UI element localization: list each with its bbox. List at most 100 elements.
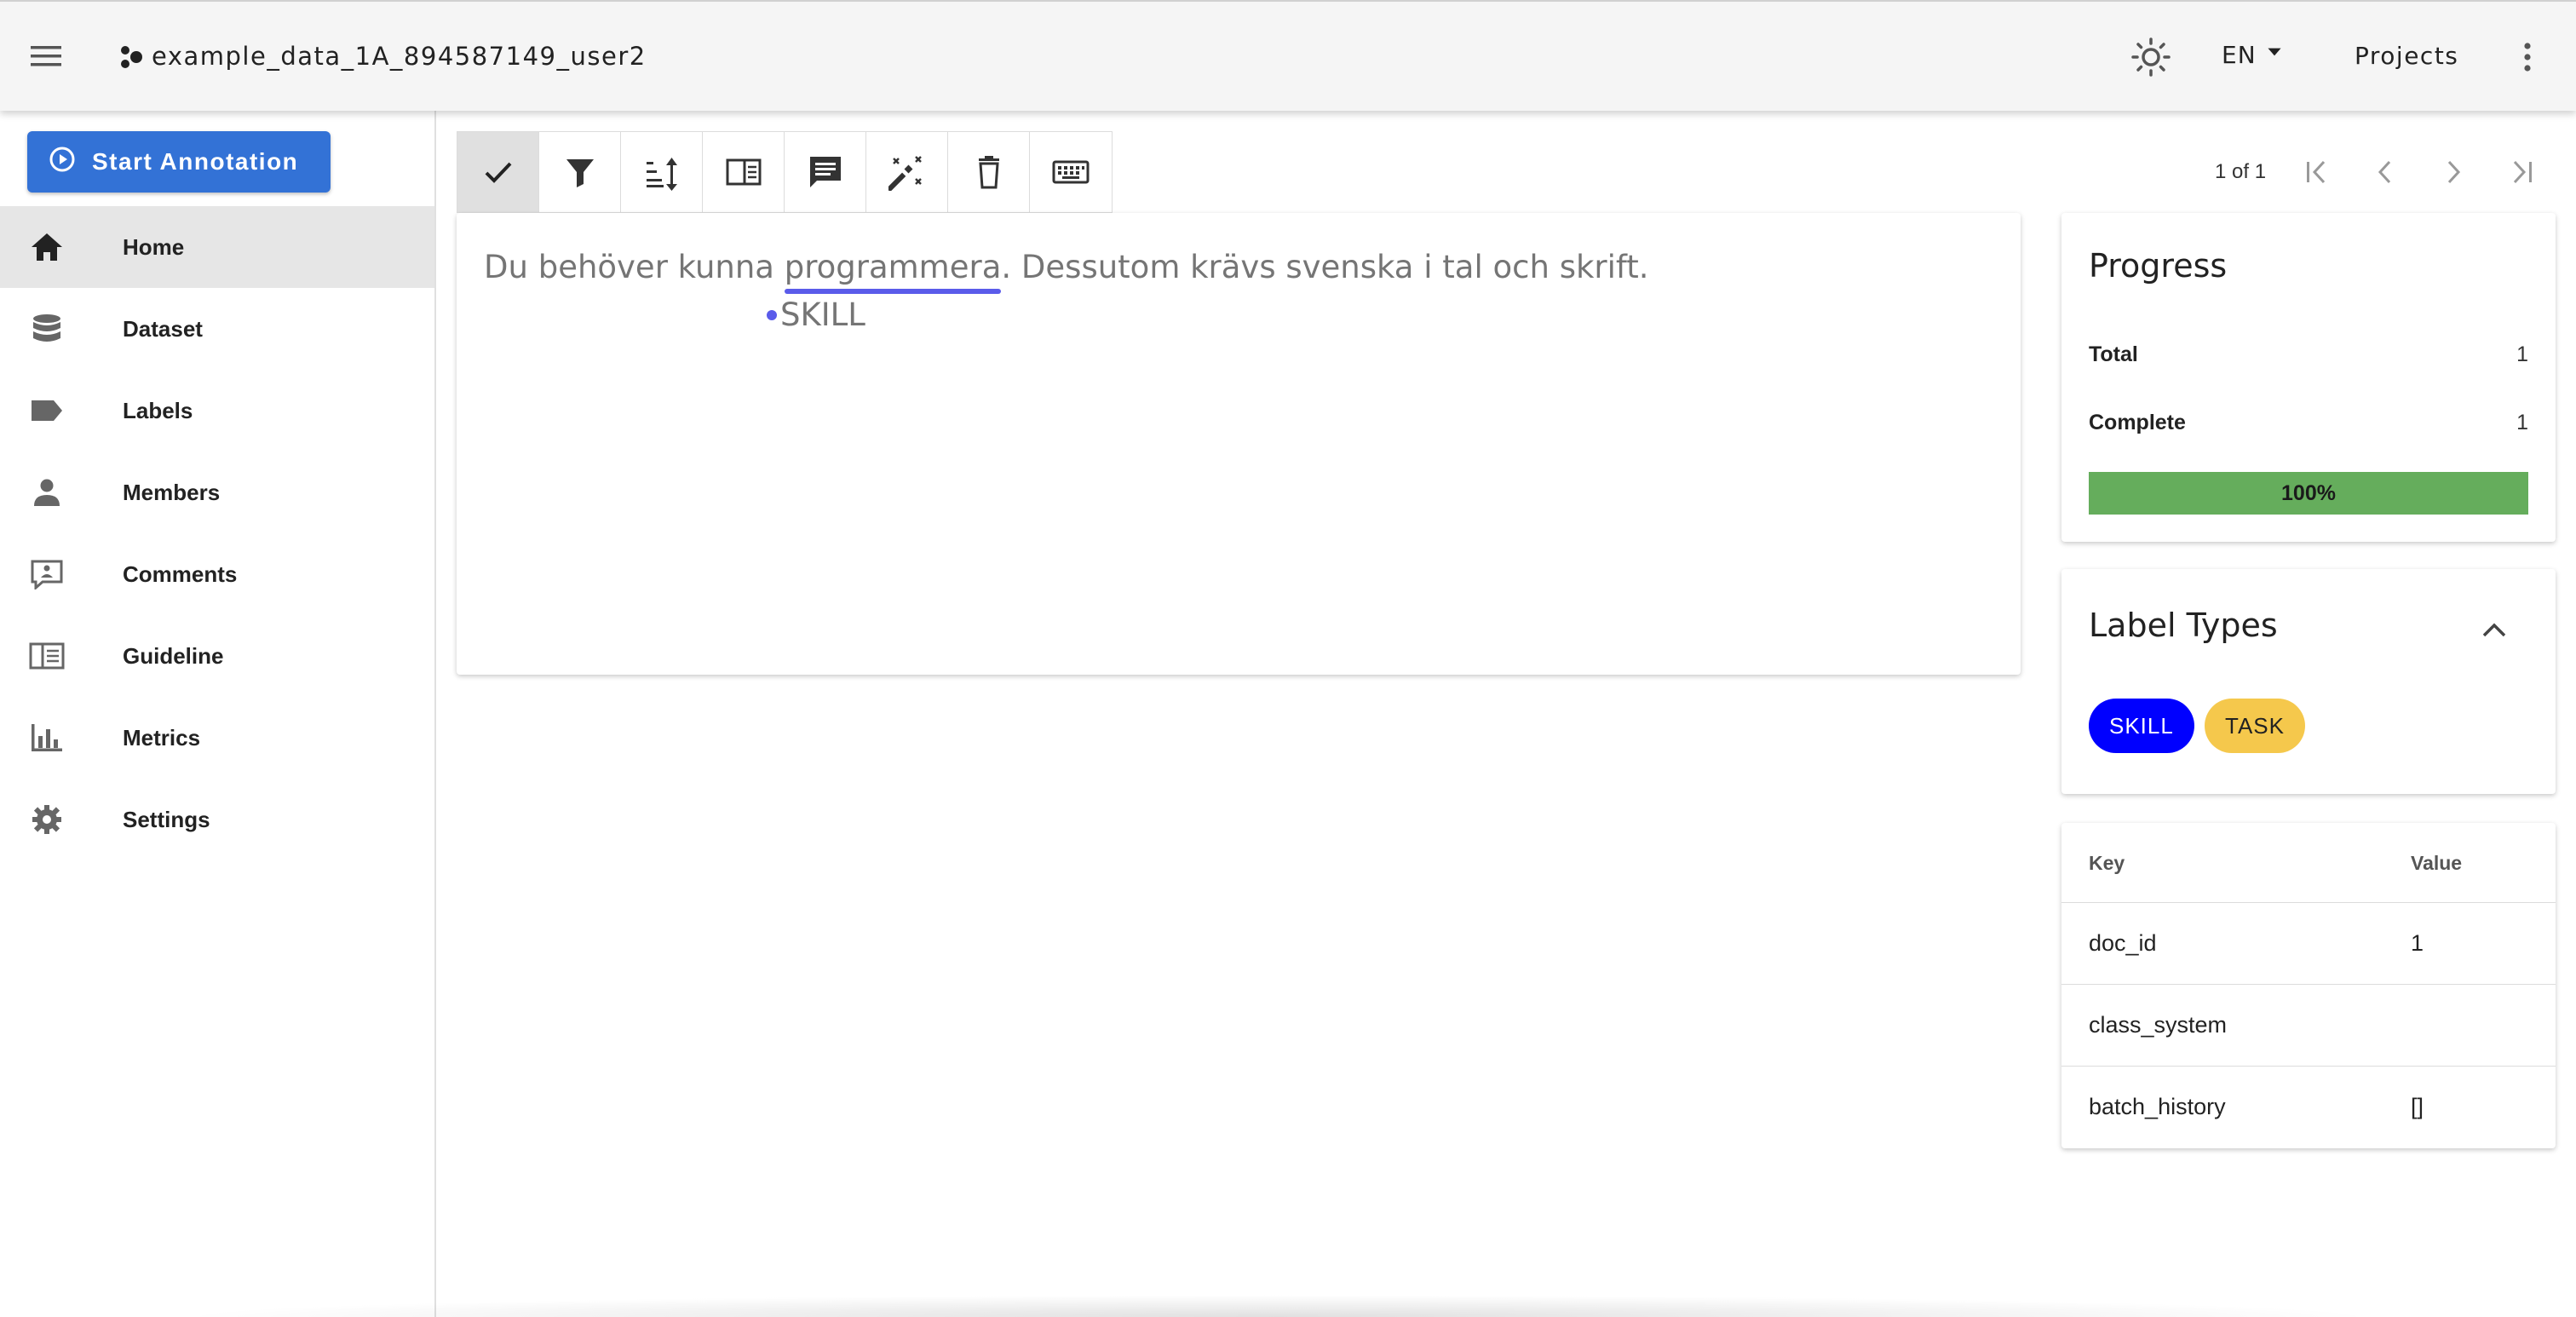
check-button[interactable] xyxy=(457,132,539,212)
row-key: doc_id xyxy=(2089,930,2157,956)
sidebar-item-label: Members xyxy=(123,479,221,505)
label-chip-task[interactable]: TASK xyxy=(2205,699,2305,753)
project-title[interactable]: example_data_1A_894587149_user2 xyxy=(152,42,647,71)
row-value: [] xyxy=(2411,1094,2424,1119)
entity-label-text: SKILL xyxy=(780,296,865,333)
sidebar-item-metrics[interactable]: Metrics xyxy=(0,697,434,779)
table-row: doc_id 1 xyxy=(2061,903,2556,985)
sidebar-nav: Home Dataset Labels Members Comments Gui… xyxy=(0,206,434,860)
auto-label-button[interactable] xyxy=(866,132,948,212)
sidebar-item-label: Home xyxy=(123,233,185,260)
entity-text: programmera xyxy=(784,249,1002,285)
comment-icon xyxy=(29,559,65,591)
sidebar-item-home[interactable]: Home xyxy=(0,206,434,288)
progress-total-row: Total 1 xyxy=(2089,342,2528,367)
value-header: Value xyxy=(2411,852,2463,874)
app-bar: example_data_1A_894587149_user2 EN Proje… xyxy=(0,0,2576,111)
key-header: Key xyxy=(2089,852,2125,874)
label-types-title: Label Types xyxy=(2089,607,2278,644)
keyboard-icon xyxy=(1052,160,1090,184)
delete-icon xyxy=(978,156,999,189)
total-label: Total xyxy=(2089,342,2138,366)
keyboard-shortcuts-button[interactable] xyxy=(1030,132,1112,212)
table-header: Key Value xyxy=(2061,823,2556,903)
sidebar-item-labels[interactable]: Labels xyxy=(0,370,434,451)
next-page-icon[interactable] xyxy=(2419,153,2487,191)
language-selector[interactable]: EN xyxy=(2222,41,2286,69)
page-bottom-shadow xyxy=(170,1295,2385,1317)
last-page-icon[interactable] xyxy=(2487,153,2556,191)
person-icon xyxy=(29,477,65,508)
sidebar-item-label: Settings xyxy=(123,806,210,832)
auto-label-icon xyxy=(888,156,922,191)
row-key: class_system xyxy=(2089,1012,2228,1038)
sort-button[interactable] xyxy=(621,132,703,212)
gear-icon xyxy=(29,804,65,835)
text-after: . Dessutom krävs svenska i tal och skrif… xyxy=(1001,249,1649,285)
start-annotation-button[interactable]: Start Annotation xyxy=(27,131,331,193)
table-row: class_system xyxy=(2061,985,2556,1067)
annotation-area: Du behöver kunna programmera. Dessutom k… xyxy=(457,213,2021,675)
sidebar-item-guideline[interactable]: Guideline xyxy=(0,615,434,697)
sidebar-item-label: Guideline xyxy=(123,642,224,669)
page-count: 1 of 1 xyxy=(2215,160,2267,183)
filter-icon xyxy=(566,159,594,187)
bar-chart-icon xyxy=(29,722,65,753)
more-vert-icon[interactable] xyxy=(2515,36,2540,78)
document-text[interactable]: Du behöver kunna programmera. Dessutom k… xyxy=(484,249,1649,294)
sidebar-item-label: Comments xyxy=(123,561,238,587)
projects-button[interactable]: Projects xyxy=(2355,42,2458,70)
entity-span[interactable]: programmera xyxy=(784,249,1002,294)
total-value: 1 xyxy=(2516,342,2528,366)
progress-title: Progress xyxy=(2089,247,2228,285)
entity-underline xyxy=(784,289,1002,294)
entity-dot xyxy=(767,309,777,320)
text-before: Du behöver kunna xyxy=(484,249,785,285)
chevron-up-icon[interactable] xyxy=(2475,612,2513,649)
theme-toggle-icon[interactable] xyxy=(2130,36,2172,78)
comment-button[interactable] xyxy=(785,132,866,212)
row-value: 1 xyxy=(2411,930,2424,956)
complete-value: 1 xyxy=(2516,411,2528,434)
layout-button[interactable] xyxy=(703,132,785,212)
start-annotation-label: Start Annotation xyxy=(92,148,299,175)
delete-button[interactable] xyxy=(948,132,1030,212)
sidebar-item-comments[interactable]: Comments xyxy=(0,533,434,615)
layout-icon xyxy=(726,158,761,186)
menu-icon[interactable] xyxy=(26,36,66,77)
complete-label: Complete xyxy=(2089,411,2186,434)
sidebar-item-members[interactable]: Members xyxy=(0,451,434,533)
project-icon xyxy=(118,45,145,69)
home-icon xyxy=(29,232,65,262)
pagination: 1 of 1 xyxy=(2215,153,2556,191)
progress-complete-row: Complete 1 xyxy=(2089,411,2528,435)
sidebar-item-label: Labels xyxy=(123,397,193,423)
sidebar-item-label: Metrics xyxy=(123,724,201,751)
language-label: EN xyxy=(2222,41,2257,69)
database-icon xyxy=(29,313,65,344)
sidebar-item-label: Dataset xyxy=(123,315,203,342)
label-icon xyxy=(29,395,65,426)
annotation-toolbar xyxy=(457,131,1113,213)
play-circle-icon xyxy=(48,145,77,180)
prev-page-icon[interactable] xyxy=(2351,153,2419,191)
progress-panel: Progress Total 1 Complete 1 100% xyxy=(2061,213,2556,542)
progress-bar-fill: 100% xyxy=(2089,472,2528,515)
progress-bar: 100% xyxy=(2089,472,2528,515)
table-row: batch_history [] xyxy=(2061,1067,2556,1148)
sidebar: Start Annotation Home Dataset Labels Mem… xyxy=(0,111,436,1317)
comment-icon xyxy=(809,157,841,187)
metadata-table: Key Value doc_id 1 class_system batch_hi… xyxy=(2061,823,2556,1148)
sidebar-item-dataset[interactable]: Dataset xyxy=(0,288,434,370)
filter-button[interactable] xyxy=(539,132,621,212)
label-chip-skill[interactable]: SKILL xyxy=(2089,699,2194,753)
label-types-panel: Label Types SKILL TASK xyxy=(2061,569,2556,794)
guideline-icon xyxy=(29,641,65,671)
sort-icon xyxy=(646,158,677,191)
caret-down-icon xyxy=(2263,41,2286,69)
first-page-icon[interactable] xyxy=(2283,153,2351,191)
sidebar-item-settings[interactable]: Settings xyxy=(0,779,434,860)
entity-label[interactable]: SKILL xyxy=(767,296,865,333)
row-key: batch_history xyxy=(2089,1094,2226,1119)
progress-percent: 100% xyxy=(2281,480,2336,505)
